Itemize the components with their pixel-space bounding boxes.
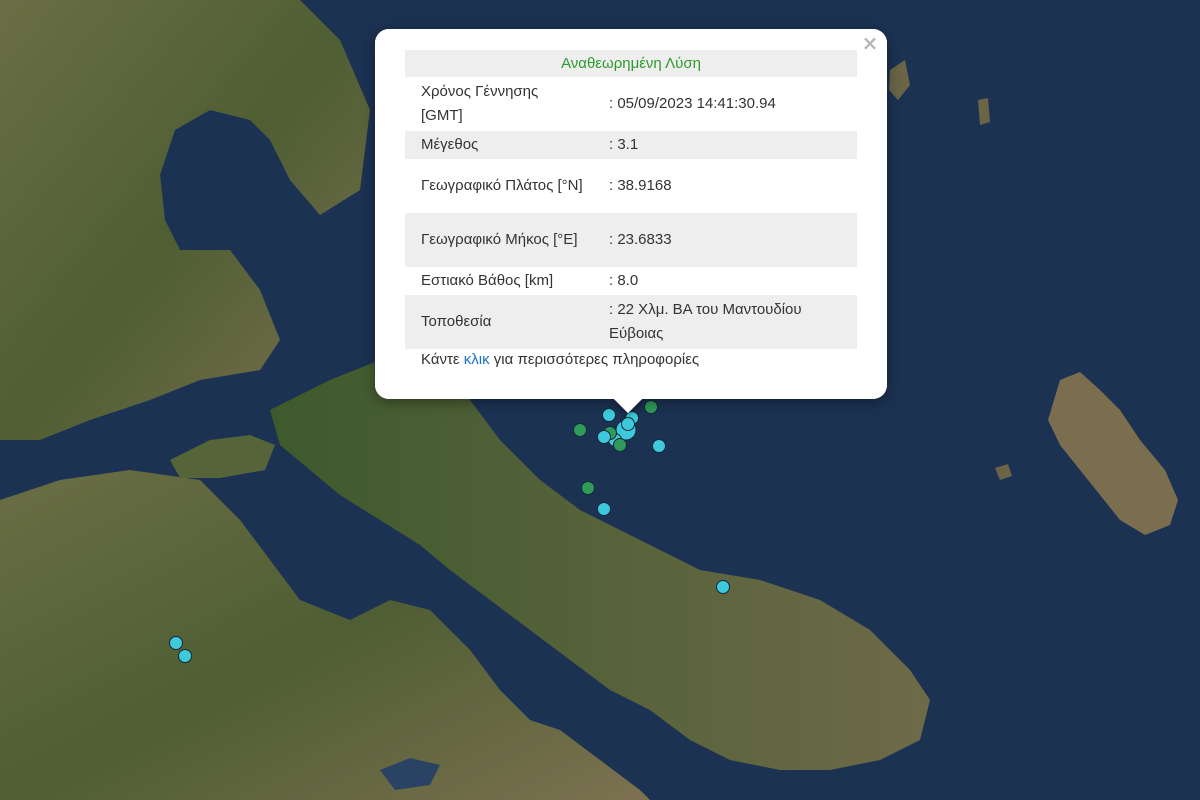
more-info-text: Κάντε κλικ για περισσότερες πληροφορίες	[421, 351, 699, 368]
earthquake-marker[interactable]	[597, 430, 611, 444]
label-longitude: Γεωγραφικό Μήκος [°E]	[405, 213, 583, 267]
label-origin-time: Χρόνος Γέννησης [GMT]	[421, 83, 539, 124]
close-button[interactable]: ×	[861, 33, 879, 53]
earthquake-marker[interactable]	[581, 481, 595, 495]
value-latitude: : 38.9168	[609, 177, 672, 194]
row-longitude: Γεωγραφικό Μήκος [°E] : 23.6833	[405, 213, 857, 267]
earthquake-info-popup: × Αναθεωρημένη Λύση Χρόνος Γέννησης [GMT…	[375, 29, 887, 414]
row-latitude: Γεωγραφικό Πλάτος [°N] : 38.9168	[405, 159, 857, 213]
more-prefix: Κάντε	[421, 351, 464, 368]
row-magnitude: Μέγεθος : 3.1	[405, 131, 857, 159]
more-suffix: για περισσότερες πληροφορίες	[489, 351, 700, 368]
more-info-link[interactable]: κλικ	[464, 351, 490, 368]
earthquake-marker[interactable]	[644, 400, 658, 414]
earthquake-marker[interactable]	[597, 502, 611, 516]
earthquake-marker[interactable]	[716, 580, 730, 594]
label-magnitude: Μέγεθος	[405, 131, 583, 159]
value-depth: : 8.0	[609, 272, 639, 289]
row-location: Τοποθεσία : 22 Χλμ. ΒΑ του Μαντουδίου Εύ…	[405, 295, 857, 349]
earthquake-marker[interactable]	[573, 423, 587, 437]
value-longitude: : 23.6833	[583, 213, 857, 267]
value-magnitude: : 3.1	[583, 131, 857, 159]
info-table: Χρόνος Γέννησης [GMT] : 05/09/2023 14:41…	[405, 77, 857, 349]
row-origin-time: Χρόνος Γέννησης [GMT] : 05/09/2023 14:41…	[405, 77, 857, 131]
earthquake-marker[interactable]	[652, 439, 666, 453]
earthquake-marker[interactable]	[602, 408, 616, 422]
earthquake-marker[interactable]	[621, 417, 635, 431]
earthquake-marker[interactable]	[169, 636, 183, 650]
value-origin-time: : 05/09/2023 14:41:30.94	[609, 95, 776, 112]
popup-title: Αναθεωρημένη Λύση	[405, 50, 857, 77]
islet	[978, 98, 990, 125]
label-latitude: Γεωγραφικό Πλάτος [°N]	[421, 177, 583, 194]
earthquake-marker[interactable]	[178, 649, 192, 663]
row-depth: Εστιακό Βάθος [km] : 8.0	[405, 267, 857, 295]
earthquake-marker[interactable]	[613, 438, 627, 452]
label-depth: Εστιακό Βάθος [km]	[421, 272, 554, 289]
value-location: : 22 Χλμ. ΒΑ του Μαντουδίου Εύβοιας	[583, 295, 857, 349]
label-location: Τοποθεσία	[405, 295, 583, 349]
